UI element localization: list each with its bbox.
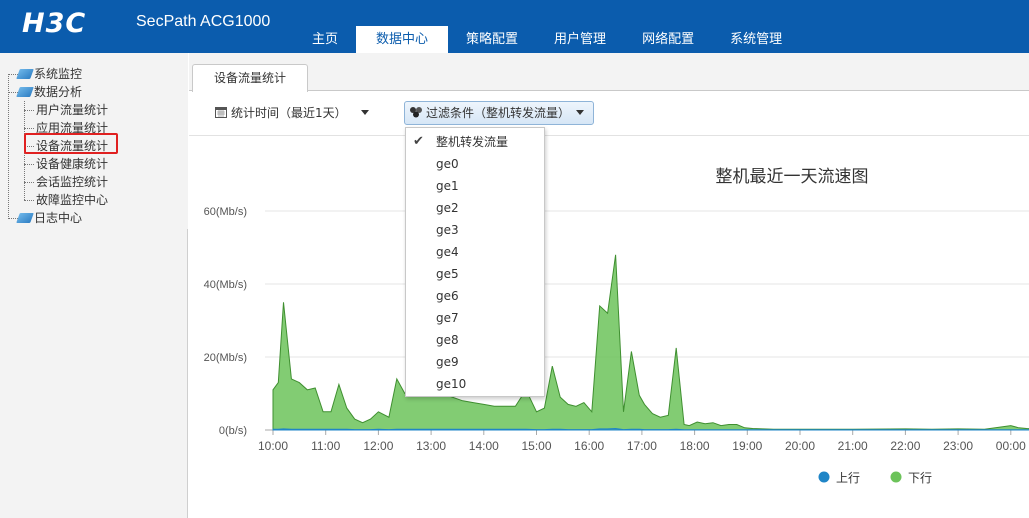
filter-option[interactable]: ge5 (406, 263, 544, 285)
filter-dropdown-menu: ✔ 整机转发流量 ge0 ge1 ge2 ge3 ge4 ge5 ge6 ge7 ge8 ge9 ge1… (405, 127, 545, 397)
chevron-down-icon (576, 110, 585, 115)
tree-item-label: 数据分析 (34, 85, 83, 99)
traffic-chart: 整机最近一天流速图 0(b/s) 20(Mb/s) 40(Mb/s) 60(Mb/s) 1… (204, 167, 1029, 485)
time-range-selector[interactable]: 统计时间（最近1天） (215, 103, 369, 123)
y-tick-label: 40(Mb/s) (204, 279, 247, 291)
tree-line (24, 200, 34, 201)
x-tick-label: 23:00 (943, 439, 973, 453)
x-tick-label: 11:00 (311, 439, 340, 453)
chart-title: 整机最近一天流速图 (716, 167, 869, 187)
filter-icon (410, 107, 422, 118)
legend-label: 下行 (908, 471, 932, 485)
filter-option-label: ge9 (436, 355, 459, 369)
x-tick-label: 16:00 (574, 439, 604, 453)
filter-option[interactable]: ge9 (406, 351, 544, 373)
calendar-icon (215, 107, 227, 118)
tree-line (24, 164, 34, 165)
filter-option-label: ge8 (436, 333, 459, 347)
filter-option-label: ge4 (436, 245, 459, 259)
filter-option-label: ge1 (436, 179, 459, 193)
legend-marker (890, 471, 902, 483)
tree-item-device-health[interactable]: 设备健康统计 (36, 155, 108, 173)
filter-option-label: ge3 (436, 223, 459, 237)
tree-line (24, 182, 34, 183)
legend-label: 上行 (836, 471, 860, 485)
filter-option[interactable]: ✔ 整机转发流量 (406, 131, 544, 153)
y-tick-label: 60(Mb/s) (204, 206, 247, 218)
nav-user-mgmt[interactable]: 用户管理 (536, 26, 624, 53)
x-tick-label: 22:00 (890, 439, 920, 453)
nav-network-config[interactable]: 网络配置 (624, 26, 712, 53)
filter-option[interactable]: ge6 (406, 285, 544, 307)
nav-home[interactable]: 主页 (294, 26, 356, 53)
series-downlink-area (272, 254, 1029, 431)
tree-item-session-monitor[interactable]: 会话监控统计 (36, 173, 108, 191)
sidebar: 系统监控 数据分析 用户流量统计 应用流量统计 设备流量统计 设备健康统计 会话… (0, 53, 188, 518)
filter-label: 过滤条件（整机转发流量） (426, 106, 571, 120)
x-tick-label: 00:00 (996, 439, 1026, 453)
time-range-label: 统计时间（最近1天） (231, 106, 347, 120)
x-tick-label: 19:00 (732, 439, 762, 453)
filter-option-label: ge2 (436, 201, 459, 215)
product-name: SecPath ACG1000 (136, 13, 271, 30)
filter-option[interactable]: ge8 (406, 329, 544, 351)
filter-option-label: ge7 (436, 311, 459, 325)
filter-option-label: ge10 (436, 377, 467, 391)
filter-option[interactable]: ge7 (406, 307, 544, 329)
filter-option[interactable]: ge3 (406, 219, 544, 241)
x-tick-label: 13:00 (416, 439, 446, 453)
tree-item-system-monitor[interactable]: 系统监控 (16, 65, 83, 83)
top-header: H3C SecPath ACG1000 主页 数据中心 策略配置 用户管理 网络… (0, 0, 1029, 53)
filter-option-label: ge5 (436, 267, 459, 281)
tab-bar: 设备流量统计 (189, 53, 1029, 92)
tree-line (24, 128, 34, 129)
x-tick-label: 10:00 (258, 439, 288, 453)
x-tick-label: 18:00 (680, 439, 710, 453)
tree-line (24, 110, 34, 111)
y-tick-label: 20(Mb/s) (204, 352, 247, 364)
filter-option[interactable]: ge0 (406, 153, 544, 175)
folder-icon (16, 69, 34, 79)
x-tick-label: 17:00 (627, 439, 657, 453)
tree-item-fault-monitor[interactable]: 故障监控中心 (36, 191, 108, 209)
x-tick-label: 20:00 (785, 439, 815, 453)
nav-policy-config[interactable]: 策略配置 (448, 26, 536, 53)
filter-option-label: 整机转发流量 (436, 135, 509, 149)
y-tick-label: 0(b/s) (219, 425, 247, 437)
folder-icon (16, 87, 34, 97)
chevron-down-icon (360, 110, 369, 115)
folder-icon (16, 213, 34, 223)
filter-option[interactable]: ge1 (406, 175, 544, 197)
x-tick-label: 21:00 (838, 439, 868, 453)
tree-item-label: 系统监控 (34, 67, 83, 81)
tab-device-traffic[interactable]: 设备流量统计 (192, 64, 308, 92)
filter-option[interactable]: ge10 (406, 373, 544, 395)
legend-marker (818, 471, 830, 483)
check-icon: ✔ (413, 134, 424, 149)
filter-option[interactable]: ge4 (406, 241, 544, 263)
x-tick-label: 14:00 (469, 439, 499, 453)
x-tick-label: 15:00 (521, 439, 551, 453)
nav-data-center[interactable]: 数据中心 (356, 26, 449, 53)
tree-item-log-center[interactable]: 日志中心 (16, 209, 83, 227)
tree-item-label: 日志中心 (34, 211, 83, 225)
tree-item-data-analysis[interactable]: 数据分析 (16, 83, 83, 101)
filter-dropdown-button[interactable]: 过滤条件（整机转发流量） (404, 101, 594, 125)
main-nav: 主页 数据中心 策略配置 用户管理 网络配置 系统管理 (294, 26, 800, 53)
filter-option-label: ge6 (436, 289, 459, 303)
tree-line (8, 74, 9, 219)
nav-tree: 系统监控 数据分析 用户流量统计 应用流量统计 设备流量统计 设备健康统计 会话… (0, 53, 188, 229)
tree-item-user-traffic[interactable]: 用户流量统计 (36, 101, 108, 119)
nav-system-mgmt[interactable]: 系统管理 (712, 26, 800, 53)
filter-option[interactable]: ge2 (406, 197, 544, 219)
h3c-logo: H3C (22, 8, 87, 39)
toolbar: 统计时间（最近1天） 过滤条件（整机转发流量） (189, 92, 1029, 136)
filter-option-label: ge0 (436, 157, 459, 171)
selection-highlight (24, 133, 118, 154)
x-tick-label: 12:00 (363, 439, 393, 453)
